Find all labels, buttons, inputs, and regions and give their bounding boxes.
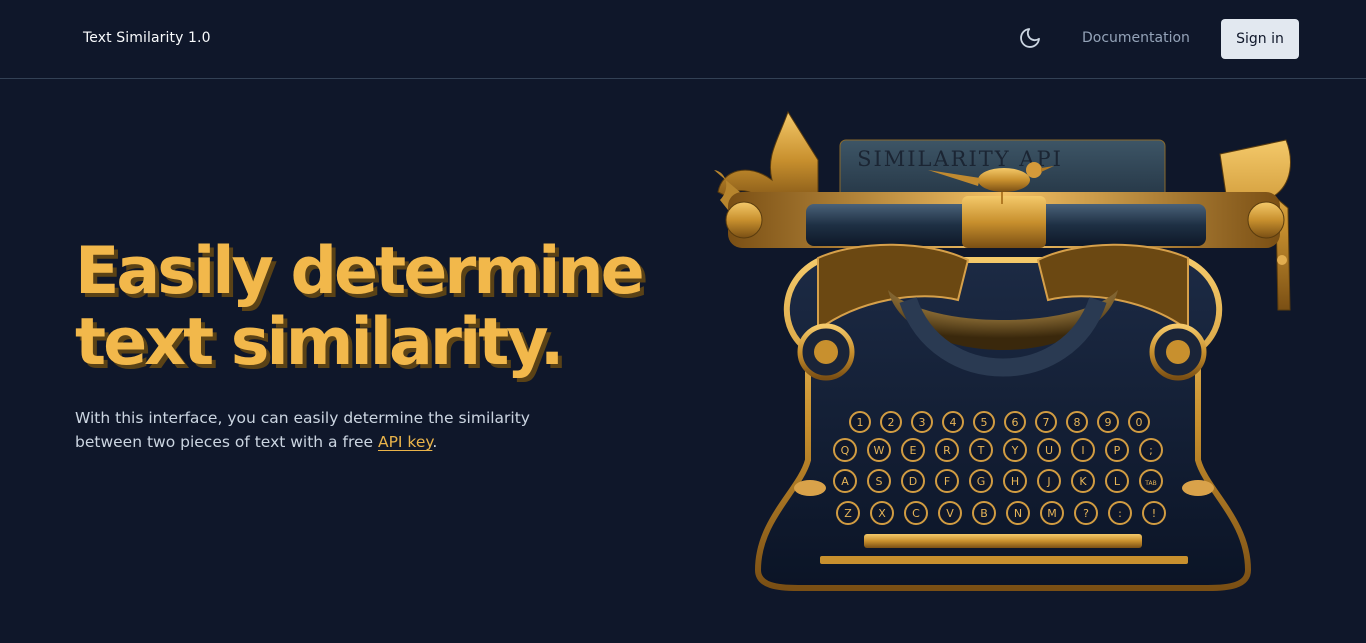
typewriter-key-label: 5 <box>981 416 988 429</box>
typewriter-key-label: P <box>1114 444 1121 457</box>
hero-description-end: . <box>432 433 438 451</box>
moon-icon <box>1020 28 1040 48</box>
typewriter-key-label: 3 <box>919 416 926 429</box>
navbar: Text Similarity 1.0 Documentation Sign i… <box>0 0 1366 79</box>
typewriter-key-label: I <box>1081 444 1084 457</box>
typewriter-key-label: A <box>841 475 849 488</box>
hero-title-line-2: text similarity. <box>75 305 564 380</box>
typewriter-key-label: Z <box>844 507 852 520</box>
typewriter-key-label: : <box>1118 507 1122 520</box>
space-bar <box>864 534 1142 548</box>
typewriter-key-label: L <box>1114 475 1121 488</box>
hero-description: With this interface, you can easily dete… <box>75 406 595 454</box>
typewriter-key-label: Y <box>1011 444 1019 457</box>
sign-in-button[interactable]: Sign in <box>1221 19 1299 59</box>
typewriter-key-label: 0 <box>1136 416 1143 429</box>
typewriter-image: SIMILARITY API 1 2 3 4 5 6 7 8 9 0Q W E … <box>714 110 1291 591</box>
typewriter-key-label: M <box>1047 507 1057 520</box>
typewriter-key-label: B <box>980 507 988 520</box>
brand-link[interactable]: Text Similarity 1.0 <box>83 30 211 46</box>
typewriter-key-label: E <box>910 444 917 457</box>
hero-description-text: With this interface, you can easily dete… <box>75 409 530 451</box>
typewriter-key-label: R <box>943 444 951 457</box>
typewriter-key-label: TAB <box>1144 480 1156 487</box>
typewriter-key-label: 4 <box>950 416 957 429</box>
typewriter-key-label: G <box>977 475 986 488</box>
hero-title: Easily determine text similarity. <box>75 236 695 378</box>
typewriter-key-label: 6 <box>1012 416 1019 429</box>
typewriter-key-label: W <box>874 444 885 457</box>
typewriter-key-label: D <box>909 475 917 488</box>
typewriter-key-label: 7 <box>1043 416 1050 429</box>
typewriter-key-label: C <box>912 507 920 520</box>
theme-toggle-button[interactable] <box>1016 24 1044 52</box>
typewriter-key-label: K <box>1079 475 1087 488</box>
typewriter-key-label: 8 <box>1074 416 1081 429</box>
typewriter-key-label: 1 <box>857 416 864 429</box>
typewriter-key-label: F <box>944 475 950 488</box>
api-key-link[interactable]: API key <box>378 433 432 451</box>
typewriter-key-label: 2 <box>888 416 895 429</box>
documentation-link[interactable]: Documentation <box>1082 30 1190 46</box>
typewriter-illustration: SIMILARITY API 1 2 3 4 5 6 7 8 9 0 Q W E… <box>708 100 1298 595</box>
typewriter-key-label: ! <box>1152 507 1156 520</box>
typewriter-key-label: T <box>977 444 985 457</box>
typewriter-key-label: J <box>1046 475 1050 488</box>
hero-title-line-1: Easily determine <box>75 234 645 309</box>
typewriter-key-label: H <box>1011 475 1019 488</box>
roller <box>725 192 1285 248</box>
typewriter-key-label: S <box>876 475 883 488</box>
typewriter-key-label: V <box>946 507 954 520</box>
typewriter-key-label: ; <box>1149 444 1153 457</box>
typewriter-key-label: N <box>1014 507 1022 520</box>
typewriter-key-label: U <box>1045 444 1053 457</box>
typewriter-key-label: X <box>878 507 886 520</box>
typewriter-key-label: 9 <box>1105 416 1112 429</box>
typewriter-key-label: Q <box>841 444 850 457</box>
typewriter-key-label: ? <box>1083 507 1089 520</box>
